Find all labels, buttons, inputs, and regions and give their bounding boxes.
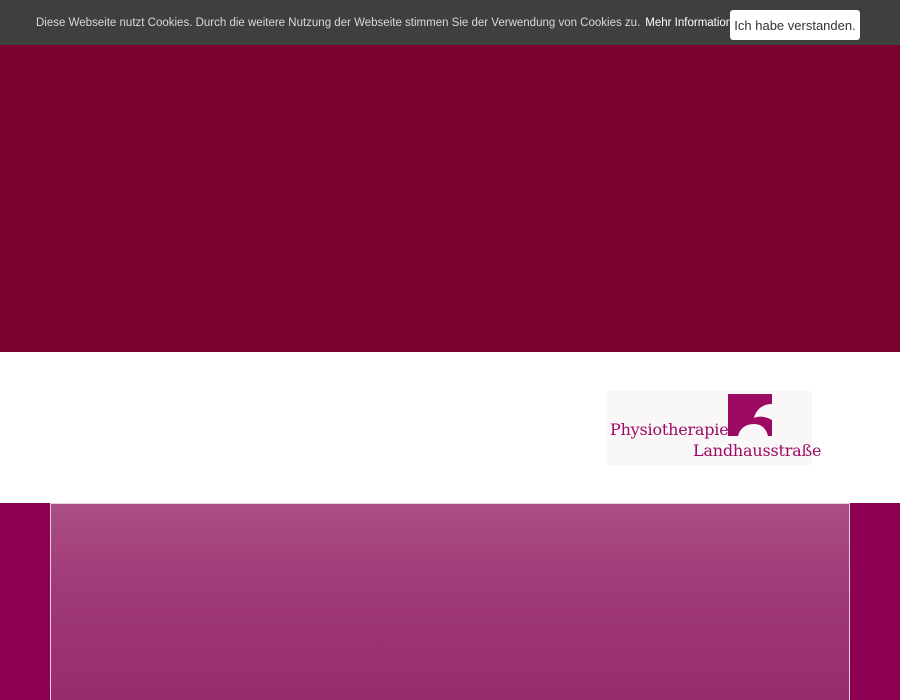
content-panel xyxy=(50,503,850,700)
cookie-banner: Diese Webseite nutzt Cookies. Durch die … xyxy=(0,0,900,45)
hero-banner xyxy=(0,45,900,352)
logo-mark-icon xyxy=(728,394,772,436)
logo-text-line1: Physiotherapie xyxy=(610,420,729,439)
accept-cookies-button[interactable]: Ich habe verstanden. xyxy=(730,10,860,40)
lower-section xyxy=(0,503,900,700)
logo-text-line2: Landhausstraße xyxy=(693,441,822,460)
site-header: Physiotherapie Landhausstraße xyxy=(0,352,900,503)
site-logo[interactable]: Physiotherapie Landhausstraße xyxy=(607,391,821,465)
page: Diese Webseite nutzt Cookies. Durch die … xyxy=(0,0,900,700)
cookie-notice-text: Diese Webseite nutzt Cookies. Durch die … xyxy=(36,16,641,29)
